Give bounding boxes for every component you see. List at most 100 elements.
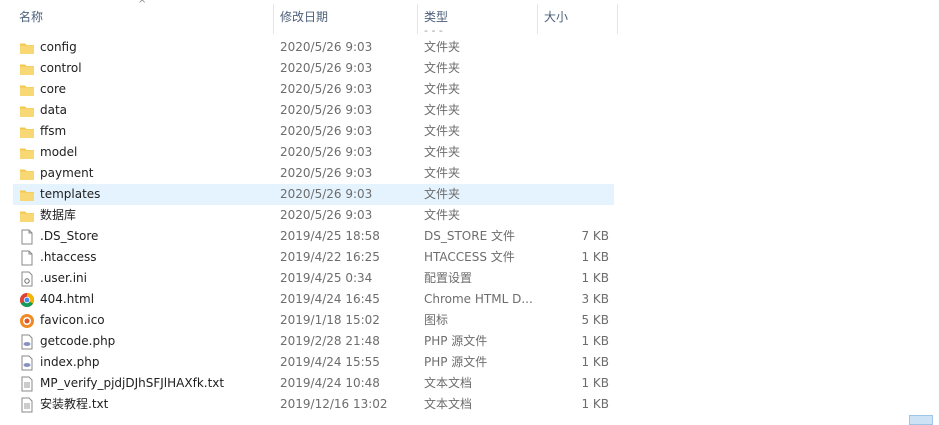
column-header-size[interactable]: 大小 — [538, 0, 617, 34]
file-date-modified: 2020/5/26 9:03 — [280, 166, 373, 180]
file-type: 图标 — [424, 313, 449, 327]
file-type: 文件夹 — [424, 82, 461, 96]
file-name: core — [40, 82, 66, 96]
folder-icon — [19, 142, 35, 163]
folder-icon — [19, 58, 35, 79]
sort-ascending-icon: ^ — [138, 0, 147, 10]
file-size: 5 KB — [581, 313, 609, 327]
file-date-modified: 2019/4/24 10:48 — [280, 376, 380, 390]
file-row[interactable]: model 2020/5/26 9:03 文件夹 — [13, 142, 614, 163]
file-date-modified: 2019/4/24 16:45 — [280, 292, 380, 306]
file-date-modified: 2020/5/26 9:03 — [280, 208, 373, 222]
file-date-modified: 2019/2/28 21:48 — [280, 334, 380, 348]
file-size: 1 KB — [581, 271, 609, 285]
file-name: favicon.ico — [40, 313, 105, 327]
file-type: 配置设置 — [424, 271, 473, 285]
file-row[interactable]: core 2020/5/26 9:03 文件夹 — [13, 79, 614, 100]
file-type: 文件夹 — [424, 187, 461, 201]
file-icon — [19, 247, 35, 268]
file-date-modified: 2020/5/26 9:03 — [280, 40, 373, 54]
file-size — [538, 142, 609, 163]
view-toggle-button[interactable] — [909, 415, 933, 425]
folder-icon — [19, 79, 35, 100]
file-row[interactable]: MP_verify_pjdjDJhSFJlHAXfk.txt 2019/4/24 … — [13, 373, 614, 394]
file-type: 文件夹 — [424, 61, 461, 75]
file-size: 1 KB — [581, 250, 609, 264]
file-size: 1 KB — [581, 376, 609, 390]
file-name: MP_verify_pjdjDJhSFJlHAXfk.txt — [40, 376, 225, 390]
file-name: payment — [40, 166, 94, 180]
file-size — [538, 100, 609, 121]
file-name: control — [40, 61, 82, 75]
file-name: model — [40, 145, 78, 159]
file-name: 安装教程.txt — [40, 397, 109, 411]
folder-icon — [19, 184, 35, 205]
file-date-modified: 2019/1/18 15:02 — [280, 313, 380, 327]
file-name: ffsm — [40, 124, 67, 138]
file-icon — [19, 226, 35, 247]
file-size — [538, 163, 609, 184]
column-header-bar: 名称 ^ 修改日期 类型 大小 — [0, 0, 939, 34]
file-date-modified: 2020/5/26 9:03 — [280, 145, 373, 159]
file-name: index.php — [40, 355, 100, 369]
scrolled-row-fragment: - - - — [418, 30, 478, 35]
file-date-modified: 2020/5/26 9:03 — [280, 103, 373, 117]
file-name: getcode.php — [40, 334, 116, 348]
file-type: 文本文档 — [424, 376, 473, 390]
file-row[interactable]: control 2020/5/26 9:03 文件夹 — [13, 58, 614, 79]
file-row[interactable]: .user.ini 2019/4/25 0:34 配置设置 1 KB — [13, 268, 614, 289]
file-row[interactable]: favicon.ico 2019/1/18 15:02 图标 5 KB — [13, 310, 614, 331]
file-name: .htaccess — [40, 250, 97, 264]
settings-file-icon — [19, 268, 35, 289]
file-row[interactable]: ffsm 2020/5/26 9:03 文件夹 — [13, 121, 614, 142]
file-date-modified: 2019/12/16 13:02 — [280, 397, 388, 411]
chrome-icon — [19, 289, 35, 310]
folder-icon — [19, 205, 35, 226]
file-size — [538, 184, 609, 205]
file-row[interactable]: 404.html 2019/4/24 16:45 Chrome HTML D... 3… — [13, 289, 614, 310]
folder-icon — [19, 163, 35, 184]
file-name: .user.ini — [40, 271, 87, 285]
file-name: data — [40, 103, 68, 117]
file-type: DS_STORE 文件 — [424, 229, 515, 243]
file-date-modified: 2020/5/26 9:03 — [280, 82, 373, 96]
file-type: 文件夹 — [424, 124, 461, 138]
folder-icon — [19, 100, 35, 121]
file-name: templates — [40, 187, 101, 201]
file-row[interactable]: 数据库 2020/5/26 9:03 文件夹 — [13, 205, 614, 226]
file-name: config — [40, 40, 77, 54]
file-row[interactable]: templates 2020/5/26 9:03 文件夹 — [13, 184, 614, 205]
file-date-modified: 2019/4/25 18:58 — [280, 229, 380, 243]
file-size — [538, 121, 609, 142]
file-size: 1 KB — [581, 397, 609, 411]
file-name: .DS_Store — [40, 229, 99, 243]
folder-icon — [19, 37, 35, 58]
file-row[interactable]: .DS_Store 2019/4/25 18:58 DS_STORE 文件 7 KB — [13, 226, 614, 247]
column-divider[interactable] — [617, 4, 618, 34]
file-size — [538, 79, 609, 100]
file-row[interactable]: payment 2020/5/26 9:03 文件夹 — [13, 163, 614, 184]
file-row[interactable]: getcode.php 2019/2/28 21:48 PHP 源文件 1 KB — [13, 331, 614, 352]
file-date-modified: 2019/4/22 16:25 — [280, 250, 380, 264]
file-date-modified: 2020/5/26 9:03 — [280, 61, 373, 75]
column-header-date[interactable]: 修改日期 — [274, 0, 417, 34]
file-row[interactable]: config 2020/5/26 9:03 文件夹 — [13, 37, 614, 58]
file-row[interactable]: .htaccess 2019/4/22 16:25 HTACCESS 文件 1 KB — [13, 247, 614, 268]
file-date-modified: 2019/4/25 0:34 — [280, 271, 373, 285]
file-type: 文件夹 — [424, 40, 461, 54]
file-date-modified: 2019/4/24 15:55 — [280, 355, 380, 369]
file-row[interactable]: data 2020/5/26 9:03 文件夹 — [13, 100, 614, 121]
file-type: HTACCESS 文件 — [424, 250, 515, 264]
file-date-modified: 2020/5/26 9:03 — [280, 187, 373, 201]
file-type: Chrome HTML D... — [424, 292, 533, 306]
file-size: 1 KB — [581, 355, 609, 369]
php-file-icon — [19, 352, 35, 373]
file-size: 7 KB — [581, 229, 609, 243]
file-size: 1 KB — [581, 334, 609, 348]
file-type: 文件夹 — [424, 145, 461, 159]
text-file-icon — [19, 373, 35, 394]
file-row[interactable]: 安装教程.txt 2019/12/16 13:02 文本文档 1 KB — [13, 394, 614, 415]
column-header-type[interactable]: 类型 — [418, 0, 537, 34]
file-size: 3 KB — [581, 292, 609, 306]
file-row[interactable]: index.php 2019/4/24 15:55 PHP 源文件 1 KB — [13, 352, 614, 373]
